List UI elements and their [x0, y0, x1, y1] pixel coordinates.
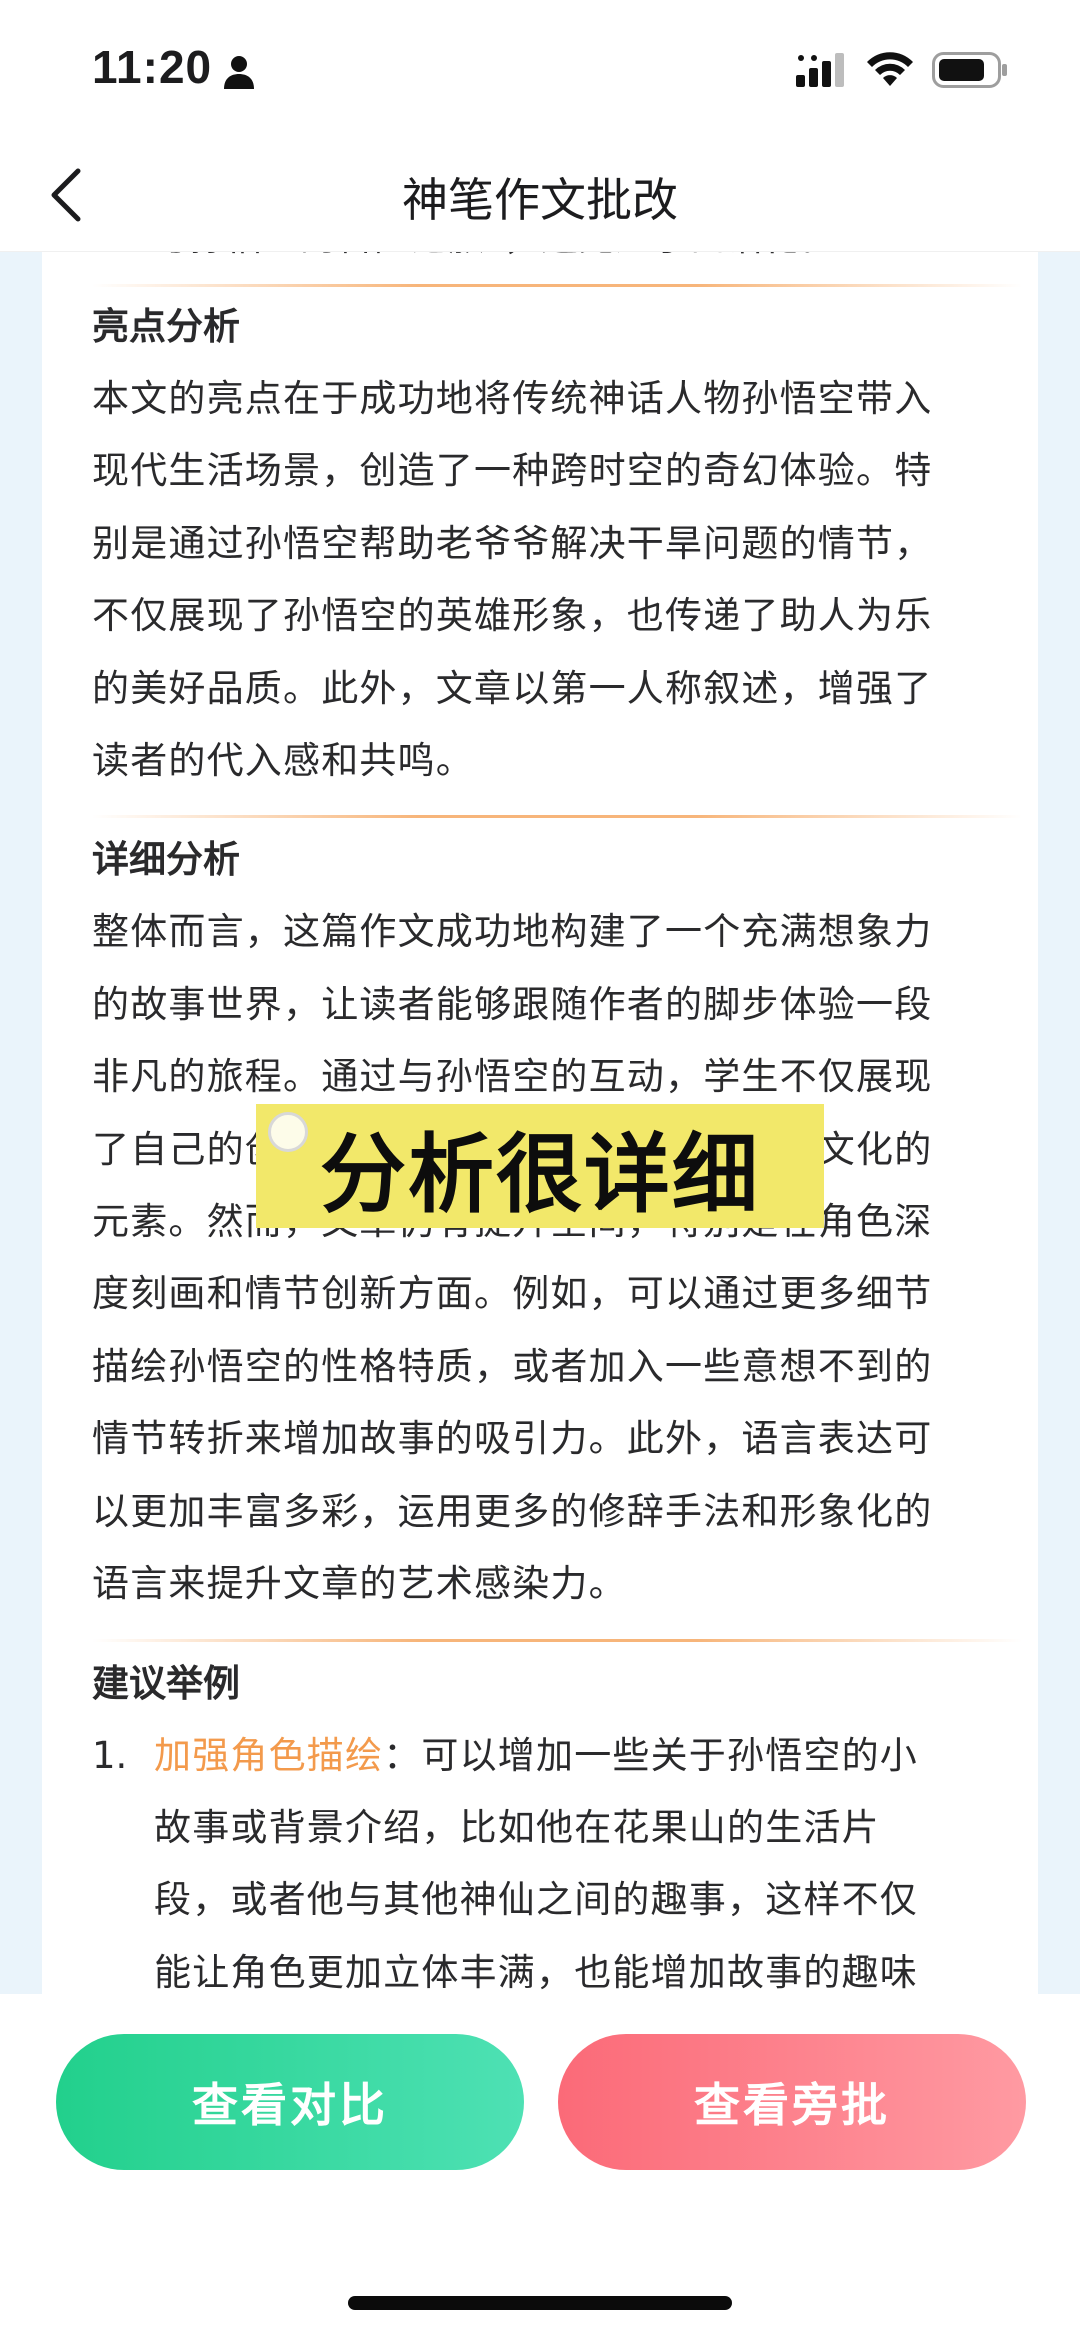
- status-bar: 11:20: [0, 0, 1080, 140]
- text-line: 加强角色描绘：可以增加一些关于孙悟空的小: [154, 1720, 1022, 1792]
- section-divider: [92, 284, 1022, 287]
- text-line: 描绘孙悟空的性格特质，或者加入一些意想不到的: [92, 1344, 933, 1388]
- bottom-action-bar: 查看对比 查看旁批: [0, 1994, 1080, 2337]
- text-line: 整体而言，这篇作文成功地构建了一个充满想象力: [92, 910, 933, 954]
- text-line: 以更加丰富多彩，运用更多的修辞手法和形象化的: [92, 1489, 933, 1533]
- view-comparison-button[interactable]: 查看对比: [56, 2034, 524, 2170]
- section-title: 详细分析: [92, 838, 240, 882]
- list-number: 1.: [92, 1733, 128, 1777]
- status-time: 11:20: [92, 41, 213, 93]
- text-line: 段，或者他与其他神仙之间的趣事，这样不仅: [154, 1878, 918, 1922]
- text-line: 的故事世界，让读者能够跟随作者的脚步体验一段: [92, 982, 933, 1026]
- section-divider: [92, 1638, 1022, 1642]
- text-line: 情节转折来增加故事的吸引力。此外，语言表达可: [92, 1417, 933, 1461]
- text-line: 语言来提升文章的艺术感染力。: [92, 1562, 627, 1606]
- section-divider: [92, 815, 1022, 819]
- person-icon: [224, 56, 254, 89]
- wifi-icon: [867, 52, 913, 86]
- suggestion-list-item: 1. 加强角色描绘：可以增加一些关于孙悟空的小 故事或背景介绍，比如他在花果山的…: [92, 1720, 1022, 1995]
- text-line: 读者的代入感和共鸣。: [92, 739, 474, 783]
- status-icons: [796, 52, 1008, 88]
- text-line: 度刻画和情节创新方面。例如，可以通过更多细节: [92, 1272, 933, 1316]
- text-line: 能让角色更加立体丰满，也能增加故事的趣味: [154, 1950, 918, 1994]
- list-text: 加强角色描绘：可以增加一些关于孙悟空的小 故事或背景介绍，比如他在花果山的生活片…: [154, 1720, 1022, 1995]
- text-line: 故事或背景介绍，比如他在花果山的生活片: [154, 1805, 880, 1849]
- text-line: 别是通过孙悟空帮助老爷爷解决干旱问题的情节，: [92, 521, 933, 565]
- section-paragraph: 本文的亮点在于成功地将传统神话人物孙悟空带入 现代生活场景，创造了一种跨时空的奇…: [92, 363, 1022, 797]
- touch-indicator-icon: [268, 1112, 308, 1152]
- battery-icon: [932, 52, 1007, 88]
- text-line: 现代生活场景，创造了一种跨时空的奇幻体验。特: [92, 449, 933, 493]
- section-suggestions: 建议举例 1. 加强角色描绘：可以增加一些关于孙悟空的小 故事或背景介绍，比如他…: [92, 1648, 1022, 1995]
- cellular-signal-icon: [796, 53, 844, 87]
- view-annotations-button[interactable]: 查看旁批: [558, 2034, 1026, 2170]
- text-line: 不仅展现了孙悟空的英雄形象，也传递了助人为乐: [92, 594, 933, 638]
- text-span: ：可以增加一些关于孙悟空的小: [383, 1733, 919, 1777]
- caption-overlay: 分析很详细: [256, 1104, 824, 1228]
- page-title: 神笔作文批改: [402, 173, 678, 227]
- navigation-bar: 神笔作文批改: [0, 140, 1080, 252]
- highlight-keyword: 加强角色描绘: [154, 1733, 384, 1777]
- section-title: 建议举例: [92, 1661, 240, 1705]
- section-paragraph: 整体而言，这篇作文成功地构建了一个充满想象力 的故事世界，让读者能够跟随作者的脚…: [92, 896, 1022, 1620]
- section-title: 亮点分析: [92, 305, 240, 348]
- text-line: 本文的亮点在于成功地将传统神话人物孙悟空带入: [92, 377, 933, 420]
- caption-text: 分析很详细: [320, 1124, 760, 1225]
- text-line: 的美好品质。此外，文章以第一人称叙述，增强了: [92, 666, 933, 710]
- home-indicator[interactable]: [348, 2296, 732, 2310]
- section-highlights: 亮点分析 本文的亮点在于成功地将传统神话人物孙悟空带入 现代生活场景，创造了一种…: [92, 291, 1022, 797]
